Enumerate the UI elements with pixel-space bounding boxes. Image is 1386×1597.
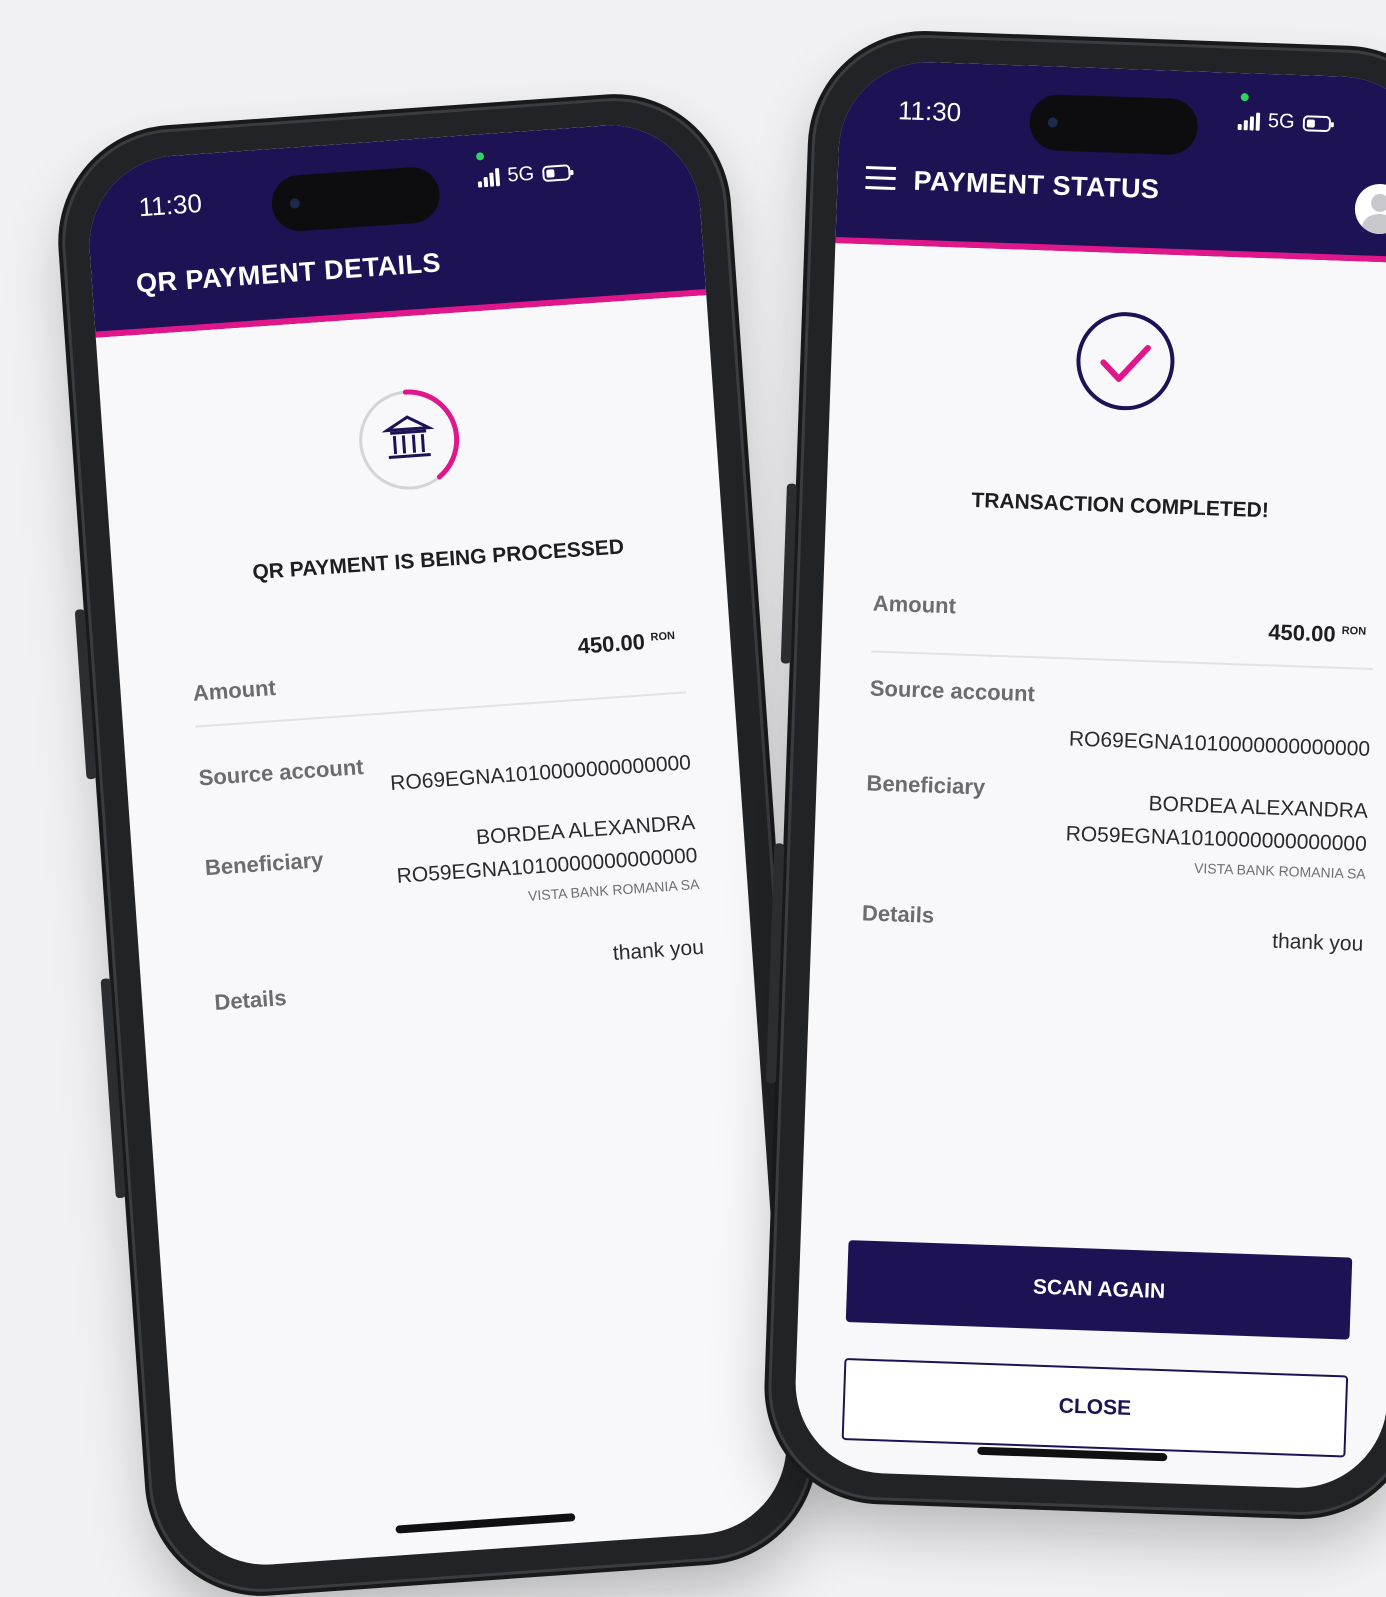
status-time: 11:30 <box>137 187 203 223</box>
source-account-value: RO69EGNA1010000000000000 <box>389 751 692 796</box>
camera-icon <box>1047 117 1058 128</box>
amount-number: 450.00 <box>576 629 646 659</box>
status-indicators: 5G <box>477 160 571 189</box>
app-header: 11:30 5G QR PAYMENT DETAILS <box>83 119 707 338</box>
left-phone-side-button <box>74 609 97 780</box>
left-phone: 11:30 5G QR PAYMENT DETAILS QR PAYMENT I… <box>57 93 819 1597</box>
privacy-indicator <box>475 152 485 161</box>
checkmark-icon <box>1100 344 1151 382</box>
battery-icon <box>541 163 571 182</box>
signal-icon <box>477 167 501 188</box>
success-indicator <box>1076 312 1175 411</box>
beneficiary-iban: RO59EGNA1010000000000000 <box>1065 822 1368 856</box>
beneficiary-bank: VISTA BANK ROMANIA SA <box>527 875 700 904</box>
processing-indicator <box>358 389 460 491</box>
privacy-indicator <box>1240 93 1249 102</box>
source-account-label: Source account <box>869 675 1036 707</box>
scan-again-button[interactable]: SCAN AGAIN <box>845 1240 1353 1340</box>
details-label: Details <box>213 984 288 1015</box>
amount-value: 450.00 RON <box>577 627 676 660</box>
right-phone-screen: 11:30 5G PAYMENT STATUS 1 <box>792 59 1386 1491</box>
progress-arc <box>358 389 460 491</box>
divider <box>871 650 1373 671</box>
amount-currency: RON <box>1341 624 1367 638</box>
app-header: 11:30 5G PAYMENT STATUS 1 <box>835 59 1386 264</box>
right-phone-side-button <box>780 483 797 664</box>
bank-icon <box>381 415 435 459</box>
status-indicators: 5G <box>1237 109 1331 135</box>
right-phone: 11:30 5G PAYMENT STATUS 1 <box>766 34 1386 1516</box>
battery-icon <box>1302 114 1331 132</box>
beneficiary-label: Beneficiary <box>204 847 325 881</box>
page-title: QR PAYMENT DETAILS <box>135 247 442 299</box>
amount-currency: RON <box>650 629 676 644</box>
status-message: QR PAYMENT IS BEING PROCESSED <box>251 535 625 585</box>
network-label: 5G <box>506 162 535 187</box>
beneficiary-name: BORDEA ALEXANDRA <box>1148 792 1369 823</box>
user-avatar-icon[interactable] <box>1354 183 1386 235</box>
status-time: 11:30 <box>897 95 962 128</box>
amount-value: 450.00 RON <box>1268 619 1367 648</box>
left-phone-side-button-2 <box>100 978 126 1199</box>
source-account-value: RO69EGNA1010000000000000 <box>1068 727 1371 761</box>
close-button[interactable]: CLOSE <box>841 1357 1349 1458</box>
amount-label: Amount <box>872 590 957 619</box>
details-value: thank you <box>1271 929 1364 956</box>
amount-label: Amount <box>191 674 277 706</box>
network-label: 5G <box>1267 110 1295 133</box>
beneficiary-name: BORDEA ALEXANDRA <box>475 811 696 850</box>
dynamic-island <box>1028 93 1199 156</box>
beneficiary-label: Beneficiary <box>866 770 986 800</box>
page-title: PAYMENT STATUS <box>913 165 1161 205</box>
camera-icon <box>289 198 301 209</box>
signal-icon <box>1237 111 1261 131</box>
success-circle <box>1076 312 1175 411</box>
hamburger-menu-icon[interactable] <box>865 166 897 191</box>
status-message: TRANSACTION COMPLETED! <box>971 488 1270 523</box>
dynamic-island <box>269 165 442 233</box>
amount-number: 450.00 <box>1267 619 1337 647</box>
left-phone-screen: 11:30 5G QR PAYMENT DETAILS QR PAYMENT I… <box>83 119 793 1571</box>
details-value: thank you <box>612 935 705 966</box>
home-indicator[interactable] <box>395 1513 576 1534</box>
details-label: Details <box>861 900 935 928</box>
beneficiary-bank: VISTA BANK ROMANIA SA <box>1193 859 1366 882</box>
source-account-label: Source account <box>197 754 365 791</box>
progress-track <box>359 390 459 490</box>
